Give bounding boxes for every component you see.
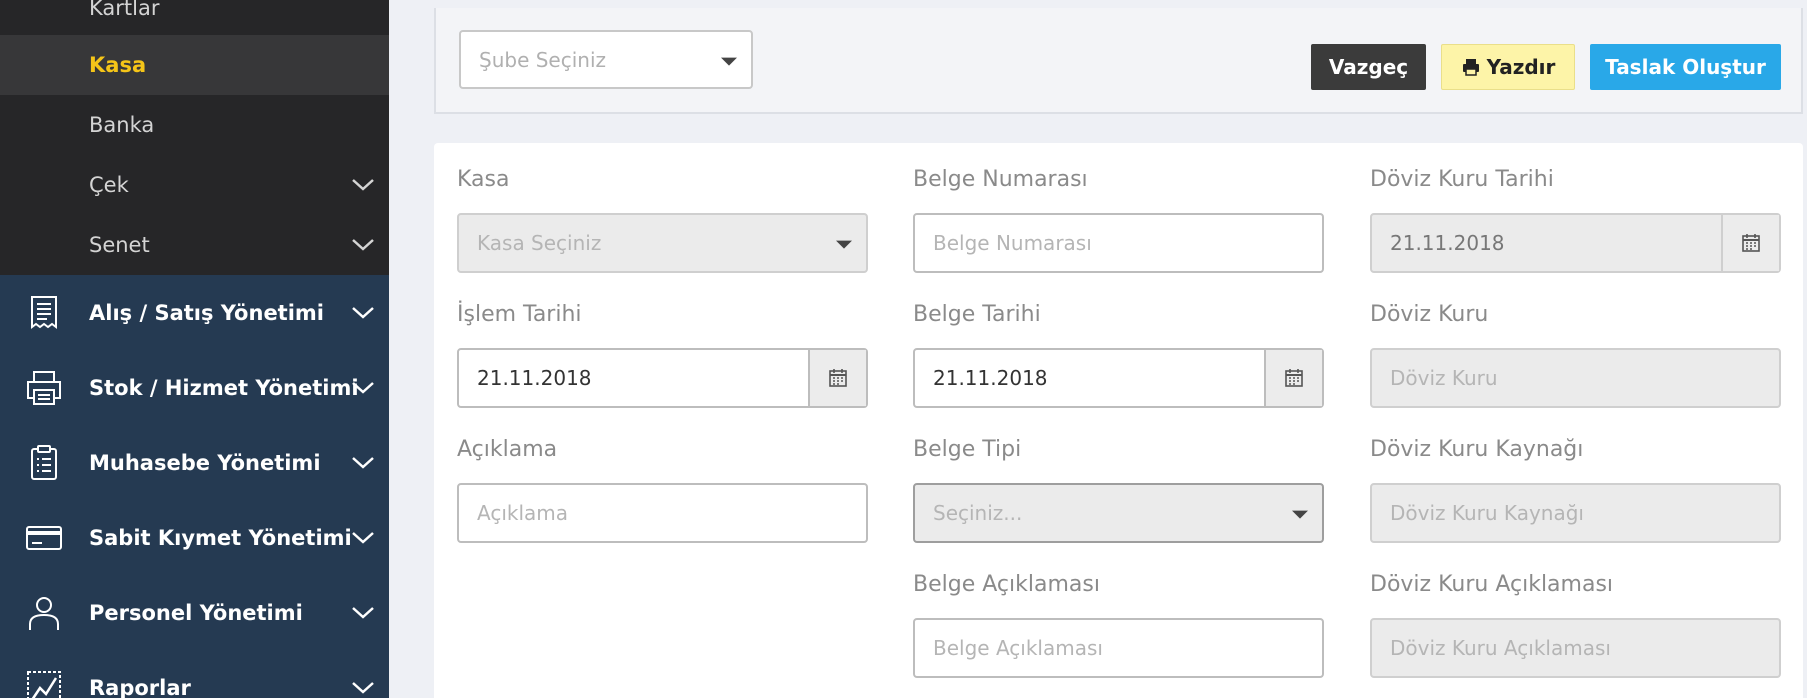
sidebar-item-alis-satis[interactable]: Alış / Satış Yönetimi	[0, 275, 389, 350]
print-button-label: Yazdır	[1486, 55, 1556, 79]
print-button[interactable]: Yazdır	[1441, 44, 1575, 90]
sidebar-item-kartlar[interactable]: Kartlar	[0, 0, 389, 38]
calendar-button[interactable]	[808, 350, 866, 406]
aciklama-placeholder: Açıklama	[477, 501, 569, 525]
sidebar-item-muhasebe[interactable]: Muhasebe Yönetimi	[0, 425, 389, 500]
belge-tipi-label: Belge Tipi	[913, 437, 1022, 462]
printer-icon	[1462, 59, 1479, 76]
sidebar-item-label: Senet	[89, 233, 150, 257]
sidebar: Kartlar Kasa Banka Çek Senet Alış / Satı…	[0, 0, 389, 698]
create-draft-button[interactable]: Taslak Oluştur	[1590, 44, 1781, 90]
chevron-down-icon[interactable]	[351, 306, 375, 320]
chevron-down-icon[interactable]	[351, 606, 375, 620]
branch-select[interactable]: Şube Seçiniz	[459, 30, 753, 89]
calendar-button[interactable]	[1264, 350, 1322, 406]
doviz-kuru-kaynagi-label: Döviz Kuru Kaynağı	[1370, 437, 1584, 462]
chart-icon	[27, 670, 61, 698]
doviz-kuru-label: Döviz Kuru	[1370, 302, 1489, 327]
calendar-button[interactable]	[1721, 215, 1779, 271]
doviz-kuru-aciklamasi-label: Döviz Kuru Açıklaması	[1370, 572, 1614, 597]
doviz-kuru-tarihi-label: Döviz Kuru Tarihi	[1370, 167, 1554, 192]
belge-tipi-placeholder: Seçiniz...	[933, 501, 1023, 525]
doviz-kuru-kaynagi-placeholder: Döviz Kuru Kaynağı	[1390, 501, 1584, 525]
sidebar-item-label: Muhasebe Yönetimi	[89, 450, 321, 475]
belge-numarasi-label: Belge Numarası	[913, 167, 1088, 192]
create-draft-button-label: Taslak Oluştur	[1605, 55, 1766, 79]
sidebar-item-stok-hizmet[interactable]: Stok / Hizmet Yönetimi	[0, 350, 389, 425]
belge-tarihi-field[interactable]: 21.11.2018	[913, 348, 1324, 408]
form-panel: Kasa Kasa Seçiniz İşlem Tarihi 21.11.201…	[434, 143, 1803, 698]
islem-tarihi-field[interactable]: 21.11.2018	[457, 348, 868, 408]
toolbar-panel: Şube Seçiniz Vazgeç Yazdır Taslak Oluştu…	[434, 8, 1803, 114]
belge-numarasi-placeholder: Belge Numarası	[933, 231, 1092, 255]
cancel-button[interactable]: Vazgeç	[1311, 44, 1426, 90]
doviz-kuru-placeholder: Döviz Kuru	[1390, 366, 1498, 390]
clipboard-icon	[31, 444, 57, 480]
person-icon	[29, 596, 59, 630]
chevron-down-icon[interactable]	[351, 456, 375, 470]
calendar-icon	[1742, 234, 1760, 252]
belge-aciklamasi-label: Belge Açıklaması	[913, 572, 1100, 597]
doviz-kuru-input[interactable]: Döviz Kuru	[1370, 348, 1781, 408]
sidebar-item-label: Çek	[89, 173, 129, 197]
doviz-kuru-kaynagi-input[interactable]: Döviz Kuru Kaynağı	[1370, 483, 1781, 543]
credit-card-icon	[26, 525, 62, 550]
caret-down-icon	[836, 240, 852, 249]
aciklama-label: Açıklama	[457, 437, 558, 462]
sidebar-submenu: Kartlar Kasa Banka Çek Senet	[0, 0, 389, 275]
caret-down-icon	[721, 57, 737, 66]
doviz-kuru-tarihi-value: 21.11.2018	[1390, 231, 1505, 255]
chevron-down-icon[interactable]	[351, 178, 375, 192]
doviz-kuru-aciklamasi-placeholder: Döviz Kuru Açıklaması	[1390, 636, 1611, 660]
chevron-down-icon[interactable]	[351, 238, 375, 252]
printer-stock-icon	[27, 370, 61, 405]
sidebar-item-raporlar[interactable]: Raporlar	[0, 650, 389, 698]
sidebar-item-label: Alış / Satış Yönetimi	[89, 300, 324, 325]
aciklama-input[interactable]: Açıklama	[457, 483, 868, 543]
belge-tarihi-value: 21.11.2018	[933, 366, 1048, 390]
chevron-down-icon[interactable]	[351, 681, 375, 695]
sidebar-item-label: Kartlar	[89, 0, 160, 20]
cancel-button-label: Vazgeç	[1328, 55, 1409, 79]
chevron-down-icon[interactable]	[351, 381, 375, 395]
receipt-icon	[31, 295, 57, 329]
sidebar-item-label: Stok / Hizmet Yönetimi	[89, 375, 359, 400]
sidebar-item-cek[interactable]: Çek	[0, 155, 389, 215]
doviz-kuru-tarihi-field[interactable]: 21.11.2018	[1370, 213, 1781, 273]
sidebar-item-senet[interactable]: Senet	[0, 215, 389, 275]
islem-tarihi-label: İşlem Tarihi	[457, 302, 582, 327]
belge-tarihi-label: Belge Tarihi	[913, 302, 1041, 327]
belge-aciklamasi-placeholder: Belge Açıklaması	[933, 636, 1103, 660]
belge-tipi-select[interactable]: Seçiniz...	[913, 483, 1324, 543]
sidebar-item-label: Kasa	[89, 53, 147, 77]
sidebar-item-personel[interactable]: Personel Yönetimi	[0, 575, 389, 650]
branch-select-placeholder: Şube Seçiniz	[479, 47, 607, 72]
doviz-kuru-aciklamasi-input[interactable]: Döviz Kuru Açıklaması	[1370, 618, 1781, 678]
belge-numarasi-input[interactable]: Belge Numarası	[913, 213, 1324, 273]
calendar-icon	[1285, 369, 1303, 387]
sidebar-item-label: Banka	[89, 113, 155, 137]
islem-tarihi-value: 21.11.2018	[477, 366, 592, 390]
kasa-select-placeholder: Kasa Seçiniz	[477, 231, 602, 255]
sidebar-item-kasa[interactable]: Kasa	[0, 35, 389, 95]
kasa-label: Kasa	[457, 167, 510, 192]
calendar-icon	[829, 369, 847, 387]
belge-aciklamasi-input[interactable]: Belge Açıklaması	[913, 618, 1324, 678]
sidebar-item-label: Sabit Kıymet Yönetimi	[89, 525, 352, 550]
sidebar-item-sabit-kiymet[interactable]: Sabit Kıymet Yönetimi	[0, 500, 389, 575]
chevron-down-icon[interactable]	[351, 531, 375, 545]
sidebar-item-banka[interactable]: Banka	[0, 95, 389, 155]
caret-down-icon	[1292, 510, 1308, 519]
sidebar-item-label: Raporlar	[89, 675, 191, 698]
kasa-select[interactable]: Kasa Seçiniz	[457, 213, 868, 273]
sidebar-item-label: Personel Yönetimi	[89, 600, 303, 625]
